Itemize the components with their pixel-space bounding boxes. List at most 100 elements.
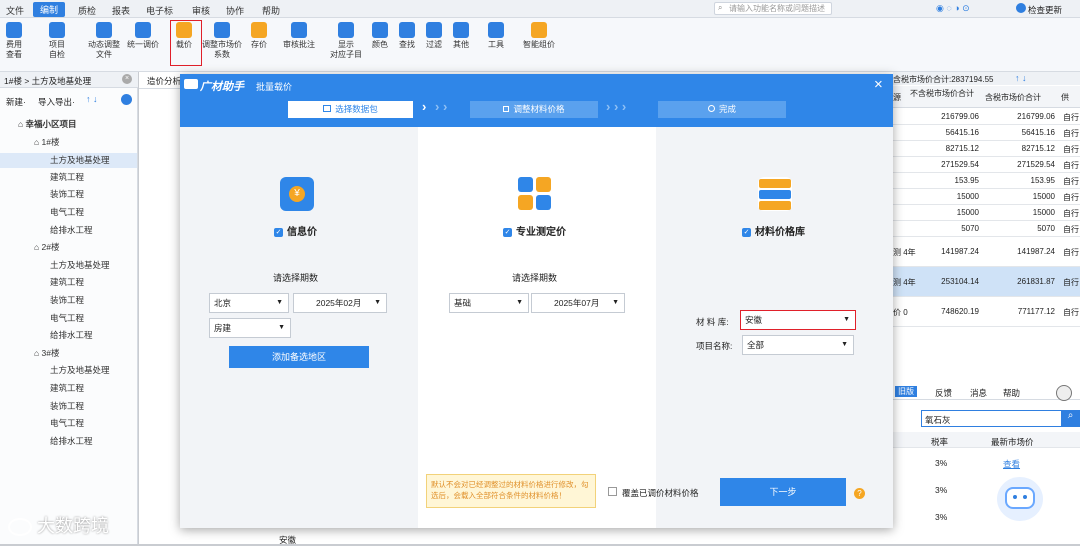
table-row[interactable]: 5070 5070 自行 — [893, 221, 1080, 237]
table-row[interactable]: 56415.16 56415.16 自行 — [893, 125, 1080, 141]
tree-item-unit[interactable]: 给排水工程 — [50, 329, 93, 341]
next-step-button[interactable]: 下一步 — [720, 478, 846, 506]
period-label: 请选择期数 — [512, 273, 558, 283]
smart-price-button[interactable]: 智能组价 — [520, 22, 558, 50]
menu-help[interactable]: 帮助 — [262, 4, 280, 17]
check-update-link[interactable]: 检查更新 — [1028, 4, 1062, 16]
tree-item-unit[interactable]: 土方及地基处理 — [0, 153, 137, 169]
avatar[interactable] — [1056, 385, 1072, 401]
close-icon[interactable]: × — [874, 76, 883, 93]
old-version-link[interactable]: 旧版 — [895, 386, 917, 397]
professional-price-option[interactable]: ✓ 专业测定价 — [503, 223, 566, 238]
menu-report[interactable]: 报表 — [112, 4, 130, 17]
show-sub-button[interactable]: 显示 对应子目 — [330, 22, 362, 60]
override-checkbox[interactable] — [608, 487, 617, 496]
menu-audit[interactable]: 审核 — [192, 4, 210, 17]
view-link[interactable]: 查看 — [1003, 458, 1020, 470]
dropdown-arrow-icon: ▼ — [843, 316, 850, 323]
tree-item-unit[interactable]: 建筑工程 — [50, 276, 84, 288]
other-button[interactable]: 其他 — [451, 22, 471, 50]
tree-item-building[interactable]: ⌂ 幸福小区项目 — [18, 118, 77, 130]
import-export-button[interactable]: 导入导出· — [38, 96, 75, 108]
building-type-select[interactable]: 房建 ▼ — [209, 318, 291, 338]
period-select[interactable]: 2025年07月 ▼ — [531, 293, 625, 313]
table-row[interactable]: 测 4年 141987.24 141987.24 自行 — [893, 237, 1080, 267]
review-comment-button[interactable]: 审核批注 — [282, 22, 316, 50]
tab-cost-analysis[interactable]: 造价分析 — [147, 75, 181, 87]
menu-file[interactable]: 文件 — [6, 4, 24, 17]
menu-ebid[interactable]: 电子标 — [146, 4, 173, 17]
material-library-option[interactable]: ✓ 材料价格库 — [742, 223, 805, 238]
color-button[interactable]: 颜色 — [370, 22, 390, 50]
menu-check[interactable]: 质检 — [78, 4, 96, 17]
view-fee-button[interactable]: 费用查看 — [4, 22, 24, 60]
tax-rate-cell: 3% — [935, 512, 948, 522]
find-button[interactable]: 查找 — [397, 22, 417, 50]
info-price-option[interactable]: ✓ 信息价 — [274, 223, 317, 238]
update-icon — [1016, 3, 1026, 13]
package-icon — [323, 105, 332, 112]
tree-item-unit[interactable]: 土方及地基处理 — [50, 259, 110, 271]
table-row[interactable]: 271529.54 271529.54 自行 — [893, 157, 1080, 173]
material-search-input[interactable]: 氧石灰 — [925, 414, 951, 426]
settings-icon[interactable] — [121, 94, 132, 105]
feedback-link[interactable]: 反馈 — [935, 387, 952, 399]
col-untaxed: 不含税市场价合计 — [910, 89, 974, 98]
tree-item-unit[interactable]: 装饰工程 — [50, 400, 84, 412]
help-icon[interactable]: ? — [854, 488, 865, 499]
unified-adjust-button[interactable]: 统一调价 — [125, 22, 161, 50]
close-icon[interactable]: × — [122, 74, 132, 84]
tree-item-unit[interactable]: 电气工程 — [50, 206, 84, 218]
self-check-icon — [49, 22, 65, 38]
calculator-icon — [518, 177, 552, 211]
chevron-right-icon: › › › — [606, 99, 627, 114]
checkbox-checked-icon: ✓ — [742, 227, 751, 237]
library-select[interactable]: 安徽 ▼ — [740, 310, 856, 330]
tree-item-unit[interactable]: 装饰工程 — [50, 294, 84, 306]
menu-bar: 文件 编制 质检 报表 电子标 审核 协作 帮助 请输入功能名称或问题描述 ⌕ … — [0, 0, 1080, 18]
table-row[interactable]: 216799.06 216799.06 自行 — [893, 109, 1080, 125]
save-price-button[interactable]: 存价 — [247, 22, 271, 50]
table-row[interactable]: 153.95 153.95 自行 — [893, 173, 1080, 189]
table-row[interactable]: 测 4年 253104.14 261831.87 自行 — [893, 267, 1080, 297]
move-arrows-icon[interactable]: ↑ ↓ — [86, 94, 98, 104]
add-region-button[interactable]: 添加备选地区 — [229, 346, 369, 368]
tree-item-unit[interactable]: 建筑工程 — [50, 171, 84, 183]
new-button[interactable]: 新建· — [6, 96, 26, 108]
tree-item-unit[interactable]: 装饰工程 — [50, 188, 84, 200]
col-tax-rate: 税率 — [931, 437, 949, 447]
brand-logo-icon — [184, 79, 198, 89]
project-name-select[interactable]: 全部 ▼ — [742, 335, 854, 355]
assistant-robot-icon[interactable] — [997, 477, 1043, 521]
tree-item-unit[interactable]: 给排水工程 — [50, 435, 93, 447]
table-row[interactable]: 82715.12 82715.12 自行 — [893, 141, 1080, 157]
tree-item-building[interactable]: ⌂ 1#楼 — [34, 136, 59, 148]
self-check-button[interactable]: 项目自检 — [47, 22, 67, 60]
help-link[interactable]: 帮助 — [1003, 387, 1020, 399]
table-row[interactable]: 15000 15000 自行 — [893, 205, 1080, 221]
message-link[interactable]: 消息 — [970, 387, 987, 399]
tree-item-unit[interactable]: 电气工程 — [50, 417, 84, 429]
menu-collab[interactable]: 协作 — [226, 4, 244, 17]
review-comment-icon — [291, 22, 307, 38]
tree-item-unit[interactable]: 电气工程 — [50, 312, 84, 324]
tree-item-building[interactable]: ⌂ 3#楼 — [34, 347, 59, 359]
tree-item-unit[interactable]: 给排水工程 — [50, 224, 93, 236]
search-input[interactable]: 请输入功能名称或问题描述 — [714, 2, 832, 15]
menu-edit[interactable]: 编制 — [33, 2, 66, 17]
tree-item-unit[interactable]: 土方及地基处理 — [50, 364, 110, 376]
table-row[interactable]: 价 0 748620.19 771177.12 自行 — [893, 297, 1080, 327]
table-row[interactable]: 15000 15000 自行 — [893, 189, 1080, 205]
dynamic-adjust-button[interactable]: 动态调整 文件 — [88, 22, 120, 60]
headset-icon[interactable]: ◉ ◌ ◑ ⊙ — [936, 3, 970, 14]
tool-button[interactable]: 工具 — [485, 22, 507, 50]
period-select[interactable]: 2025年02月 ▼ — [293, 293, 387, 313]
tree-item-building[interactable]: ⌂ 2#楼 — [34, 241, 59, 253]
region-select[interactable]: 北京 ▼ — [209, 293, 289, 313]
filter-button[interactable]: 过滤 — [424, 22, 444, 50]
base-select[interactable]: 基础 ▼ — [449, 293, 529, 313]
search-icon[interactable]: ⌕ — [1061, 410, 1080, 427]
adjust-market-ratio-button[interactable]: 调整市场价 系数 — [200, 22, 244, 60]
sort-arrows-icon[interactable]: ↑ ↓ — [1015, 73, 1027, 83]
tree-item-unit[interactable]: 建筑工程 — [50, 382, 84, 394]
